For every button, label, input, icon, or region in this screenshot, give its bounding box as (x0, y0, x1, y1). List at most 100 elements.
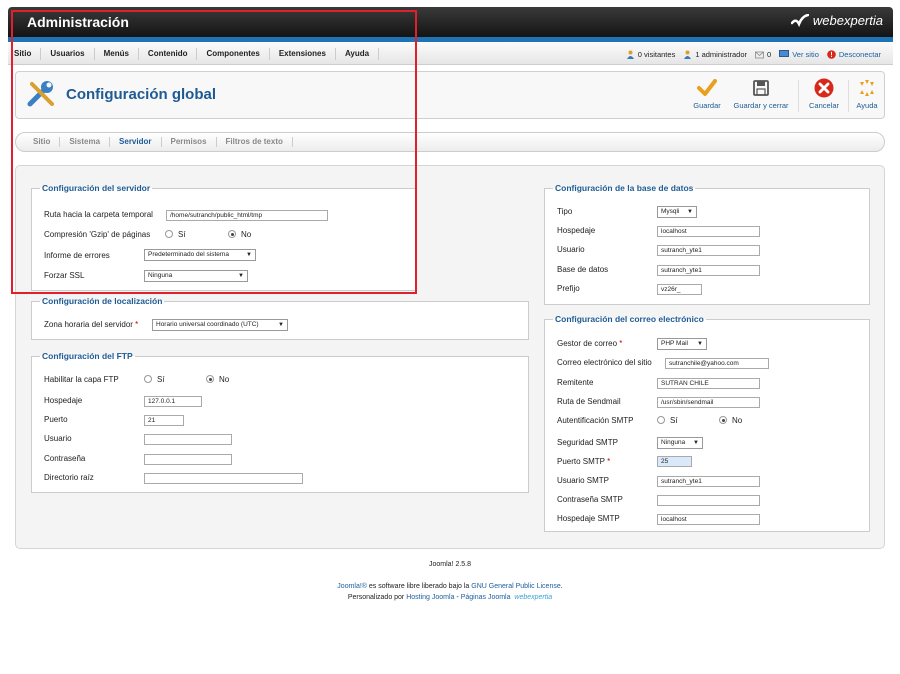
menu-sitio[interactable]: Sitio (8, 47, 42, 60)
gzip-label: Compresión 'Gzip' de páginas (44, 230, 151, 239)
force-ssl-select[interactable]: Ninguna (144, 270, 248, 282)
database-settings-fieldset: Configuración de la base de datos Tipo M… (544, 183, 870, 305)
page-title: Configuración global (66, 86, 216, 103)
db-name-input[interactable]: sutranch_yte1 (657, 265, 760, 276)
paginas-joomla-link[interactable]: Páginas Joomla (461, 594, 511, 601)
ftp-user-input[interactable] (144, 434, 232, 445)
gzip-yes-radio[interactable] (165, 230, 173, 238)
status-bar: 0 visitantes 1 administrador 0 Ver sitio… (626, 43, 881, 65)
locale-settings-fieldset: Configuración de localización Zona horar… (31, 296, 529, 340)
smtp-password-input[interactable] (657, 495, 760, 506)
smtp-auth-no-label: No (732, 416, 743, 425)
footer-brand-link[interactable]: webexpertia (514, 594, 552, 601)
gzip-no-label: No (241, 230, 252, 239)
db-prefix-input[interactable]: vz26r_ (657, 284, 702, 295)
error-reporting-label: Informe de errores (44, 251, 110, 260)
save-button[interactable]: Guardar (687, 78, 727, 110)
admin-header: Administración webexpertia (8, 7, 893, 37)
menu-menus[interactable]: Menús (95, 47, 139, 60)
menu-contenido[interactable]: Contenido (139, 47, 198, 60)
cancel-icon (814, 78, 834, 98)
tab-sistema[interactable]: Sistema (60, 137, 111, 147)
floppy-disk-icon (753, 80, 769, 96)
logout-link[interactable]: Desconectar (827, 50, 881, 59)
smtp-auth-yes-label: Sí (670, 416, 678, 425)
db-name-label: Base de datos (557, 265, 609, 274)
smtp-security-select[interactable]: Ninguna (657, 437, 703, 449)
ftp-port-label: Puerto (44, 415, 68, 424)
help-button[interactable]: Ayuda (852, 78, 882, 110)
menu-extensiones[interactable]: Extensiones (270, 47, 336, 60)
main-menu: Sitio Usuarios Menús Contenido Component… (8, 43, 893, 65)
ftp-port-input[interactable]: 21 (144, 415, 184, 426)
config-tabs: Sitio Sistema Servidor Permisos Filtros … (15, 132, 885, 152)
brand-logo[interactable]: webexpertia (790, 13, 883, 28)
menu-ayuda[interactable]: Ayuda (336, 47, 380, 60)
messages-status[interactable]: 0 (755, 50, 771, 59)
db-user-input[interactable]: sutranch_yte1 (657, 245, 760, 256)
db-user-label: Usuario (557, 245, 585, 254)
view-site-link[interactable]: Ver sitio (779, 50, 819, 59)
smtp-auth-yes-radio[interactable] (657, 416, 665, 424)
server-settings-fieldset: Configuración del servidor Ruta hacia la… (31, 183, 417, 291)
mailer-select[interactable]: PHP Mail (657, 338, 707, 350)
gpl-link[interactable]: GNU General Public License (471, 583, 561, 590)
db-host-input[interactable]: localhost (657, 226, 760, 237)
tab-filtros-texto[interactable]: Filtros de texto (217, 137, 293, 147)
smtp-user-input[interactable]: sutranch_yte1 (657, 476, 760, 487)
db-type-select[interactable]: Mysqli (657, 206, 697, 218)
ftp-root-label: Directorio raíz (44, 473, 94, 482)
tmp-path-input[interactable]: /home/sutranch/public_html/tmp (166, 210, 328, 221)
monitor-icon (779, 50, 790, 57)
smtp-auth-no-radio[interactable] (719, 416, 727, 424)
ftp-user-label: Usuario (44, 434, 72, 443)
brand-swoosh-icon (790, 13, 809, 27)
force-ssl-label: Forzar SSL (44, 271, 85, 280)
ftp-enable-yes-label: Sí (157, 375, 165, 384)
gzip-yes-label: Sí (178, 230, 186, 239)
smtp-host-input[interactable]: localhost (657, 514, 760, 525)
brand-name: webexpertia (812, 13, 883, 28)
logout-icon (827, 49, 836, 59)
ftp-settings-fieldset: Configuración del FTP Habilitar la capa … (31, 351, 529, 493)
smtp-auth-label: Autentificación SMTP (557, 416, 634, 425)
locale-settings-legend: Configuración de localización (42, 296, 163, 306)
ftp-enable-no-label: No (219, 375, 230, 384)
site-email-input[interactable]: sutranchile@yahoo.com (665, 358, 769, 369)
ftp-root-input[interactable] (144, 473, 303, 484)
smtp-security-label: Seguridad SMTP (557, 438, 618, 447)
mail-settings-fieldset: Configuración del correo electrónico Ges… (544, 314, 870, 532)
checkmark-icon (697, 79, 717, 96)
ftp-enable-no-radio[interactable] (206, 375, 214, 383)
smtp-port-input[interactable]: 25 (657, 456, 692, 467)
ftp-enable-yes-radio[interactable] (144, 375, 152, 383)
timezone-select[interactable]: Horario universal coordinado (UTC) (152, 319, 288, 331)
config-panel: Configuración del servidor Ruta hacia la… (15, 165, 885, 549)
ftp-host-input[interactable]: 127.0.0.1 (144, 396, 202, 407)
smtp-port-label: Puerto SMTP * (557, 457, 611, 466)
sendmail-path-input[interactable]: /usr/sbin/sendmail (657, 397, 760, 408)
page-toolbar: Configuración global Guardar Guardar y c… (15, 71, 885, 119)
menu-componentes[interactable]: Componentes (197, 47, 270, 60)
gzip-no-radio[interactable] (228, 230, 236, 238)
tab-sitio[interactable]: Sitio (24, 137, 61, 147)
ftp-password-label: Contraseña (44, 454, 86, 463)
menu-usuarios[interactable]: Usuarios (41, 47, 95, 60)
sender-label: Remitente (557, 378, 594, 387)
sendmail-path-label: Ruta de Sendmail (557, 397, 621, 406)
tab-permisos[interactable]: Permisos (162, 137, 217, 147)
timezone-label: Zona horaria del servidor * (44, 320, 139, 329)
tab-servidor[interactable]: Servidor (110, 137, 162, 147)
cancel-button[interactable]: Cancelar (805, 78, 843, 110)
toolbar-divider (848, 80, 849, 112)
save-close-button[interactable]: Guardar y cerrar (730, 78, 792, 110)
joomla-link[interactable]: Joomla!® (337, 583, 367, 590)
hosting-joomla-link[interactable]: Hosting Joomla (406, 594, 454, 601)
version-text: Joomla! 2.5.8 (428, 561, 472, 568)
db-prefix-label: Prefijo (557, 284, 580, 293)
ftp-password-input[interactable] (144, 454, 232, 465)
sender-input[interactable]: SUTRAN CHILE (657, 378, 760, 389)
admin-user-icon (684, 50, 692, 59)
db-host-label: Hospedaje (557, 226, 596, 235)
error-reporting-select[interactable]: Predeterminado del sistema (144, 249, 256, 261)
